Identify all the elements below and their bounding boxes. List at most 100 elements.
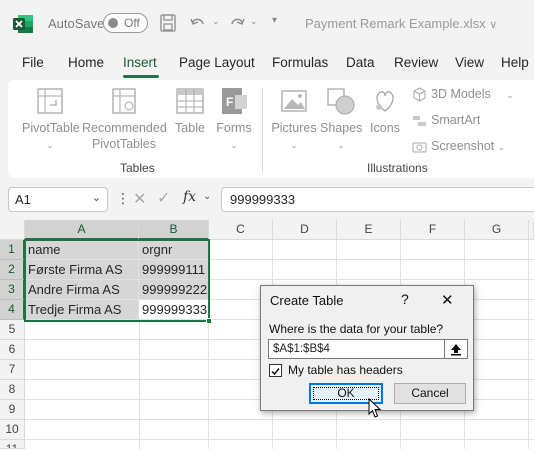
tab-page-layout[interactable]: Page Layout xyxy=(179,55,255,70)
row-header-7[interactable]: 7 xyxy=(0,360,25,380)
group-label-tables: Tables xyxy=(120,161,155,175)
headers-checkbox[interactable] xyxy=(269,364,282,377)
pictures-dropdown-icon: ⌄ xyxy=(290,140,298,150)
fill-handle[interactable] xyxy=(206,318,212,324)
cell-b4[interactable]: 999999333 xyxy=(139,300,209,320)
forms-button[interactable]: F Forms ⌄ xyxy=(214,85,254,153)
cancel-entry-icon[interactable]: ✕ xyxy=(133,189,146,209)
row-header-8[interactable]: 8 xyxy=(0,380,25,400)
excel-logo-icon xyxy=(13,15,33,33)
row-header-4[interactable]: 4 xyxy=(0,300,25,320)
row-header-9[interactable]: 9 xyxy=(0,400,25,420)
shapes-button[interactable]: Shapes ⌄ xyxy=(320,85,362,153)
excel-window: AutoSave Off ⌄ ⌄ ▾ Payment Remark Exampl… xyxy=(0,0,534,449)
cell-b1[interactable]: orgnr xyxy=(139,240,209,260)
screenshot-icon xyxy=(412,142,427,153)
range-input[interactable]: $A$1:$B$4 xyxy=(268,339,446,359)
tab-home[interactable]: Home xyxy=(68,55,104,70)
column-header-h[interactable] xyxy=(529,220,534,240)
checkmark-icon xyxy=(271,368,280,376)
screenshot-button[interactable]: Screenshot ⌄ xyxy=(412,139,505,154)
forms-icon: F xyxy=(222,88,247,114)
confirm-entry-icon[interactable]: ✓ xyxy=(157,188,170,208)
tab-help[interactable]: Help xyxy=(501,55,529,70)
column-header-e[interactable]: E xyxy=(337,220,401,240)
row-header-6[interactable]: 6 xyxy=(0,340,25,360)
row-header-2[interactable]: 2 xyxy=(0,260,25,280)
column-header-g[interactable]: G xyxy=(465,220,529,240)
pictures-button[interactable]: Pictures ⌄ xyxy=(271,85,317,153)
collapse-dialog-button[interactable] xyxy=(444,339,468,359)
cancel-button[interactable]: Cancel xyxy=(394,383,466,404)
pivottable-button[interactable]: PivotTable ⌄ xyxy=(22,85,80,153)
tab-data[interactable]: Data xyxy=(346,55,375,70)
recommended-label-2: PivotTables xyxy=(92,137,156,151)
row-header-11[interactable]: 11 xyxy=(0,440,25,449)
insert-function-icon[interactable]: fx xyxy=(183,189,196,205)
pivottable-icon xyxy=(37,88,63,114)
tab-file[interactable]: File xyxy=(22,55,44,70)
dialog-title: Create Table xyxy=(270,293,344,308)
cell-a1[interactable]: name xyxy=(25,240,139,260)
row-header-3[interactable]: 3 xyxy=(0,280,25,300)
table-label: Table xyxy=(175,121,205,135)
cell-a3[interactable]: Andre Firma AS xyxy=(25,280,139,300)
svg-text:F: F xyxy=(226,95,233,109)
column-header-f[interactable]: F xyxy=(401,220,465,240)
cell-b2[interactable]: 999999111 xyxy=(139,260,209,280)
function-dropdown-icon[interactable]: ⌄ xyxy=(203,191,211,202)
3d-models-label: 3D Models xyxy=(431,87,491,101)
cell-b3[interactable]: 999999222 xyxy=(139,280,209,300)
help-icon[interactable]: ? xyxy=(401,291,409,307)
create-table-dialog: Create Table ? ✕ Where is the data for y… xyxy=(260,285,474,411)
redo-dropdown-icon[interactable]: ⌄ xyxy=(250,16,258,27)
tab-review[interactable]: Review xyxy=(394,55,438,70)
column-header-d[interactable]: D xyxy=(273,220,337,240)
shapes-icon xyxy=(327,88,355,115)
undo-icon[interactable] xyxy=(189,14,207,32)
recommended-pivottables-icon xyxy=(112,88,136,114)
tab-view[interactable]: View xyxy=(455,55,484,70)
save-icon[interactable] xyxy=(160,14,176,32)
cube-icon xyxy=(413,87,426,102)
toggle-knob xyxy=(108,18,118,28)
redo-icon[interactable] xyxy=(228,14,246,32)
row-header-1[interactable]: 1 xyxy=(0,240,25,260)
column-header-b[interactable]: B xyxy=(139,220,209,240)
pictures-icon xyxy=(281,90,307,112)
more-options-icon[interactable]: ⋮ xyxy=(116,190,130,207)
headers-checkbox-label[interactable]: My table has headers xyxy=(288,363,403,377)
shapes-dropdown-icon: ⌄ xyxy=(337,140,345,150)
undo-dropdown-icon[interactable]: ⌄ xyxy=(212,16,220,27)
pivottable-label: PivotTable xyxy=(22,121,80,135)
cell-a4[interactable]: Tredje Firma AS xyxy=(25,300,139,320)
formula-controls: ⋮ ✕ ✓ fx ⌄ xyxy=(113,187,219,212)
autosave-toggle[interactable]: Off xyxy=(103,13,148,33)
row-header-10[interactable]: 10 xyxy=(0,420,25,440)
ribbon-tabs: File Home Insert Page Layout Formulas Da… xyxy=(0,48,534,78)
document-title[interactable]: Payment Remark Example.xlsx ∨ xyxy=(305,16,497,31)
chevron-down-icon[interactable]: ⌄ xyxy=(92,191,101,204)
forms-label: Forms xyxy=(216,121,252,135)
name-box[interactable]: A1 ⌄ xyxy=(8,187,108,212)
customize-qat-icon[interactable]: ▾ xyxy=(272,15,277,26)
icons-button[interactable]: Icons xyxy=(367,85,403,136)
close-icon[interactable]: ✕ xyxy=(441,291,454,309)
select-all-corner[interactable] xyxy=(0,220,25,240)
table-icon xyxy=(176,88,204,114)
column-header-c[interactable]: C xyxy=(209,220,273,240)
row-header-5[interactable]: 5 xyxy=(0,320,25,340)
table-button[interactable]: Table xyxy=(172,85,208,136)
formula-input[interactable]: 999999333 xyxy=(221,187,534,212)
formula-value: 999999333 xyxy=(230,192,296,207)
tab-formulas[interactable]: Formulas xyxy=(272,55,328,70)
group-label-illustrations: Illustrations xyxy=(367,161,428,175)
cell-a2[interactable]: Første Firma AS xyxy=(25,260,139,280)
smartart-button[interactable]: SmartArt xyxy=(412,113,480,128)
screenshot-dropdown-icon: ⌄ xyxy=(497,142,506,152)
tab-insert[interactable]: Insert xyxy=(123,55,157,70)
recommended-pivottables-button[interactable]: Recommended PivotTables xyxy=(82,85,167,152)
3d-models-button[interactable]: 3D Models ⌄ xyxy=(412,87,514,102)
gridline-col xyxy=(139,320,140,449)
column-header-a[interactable]: A xyxy=(25,220,139,240)
